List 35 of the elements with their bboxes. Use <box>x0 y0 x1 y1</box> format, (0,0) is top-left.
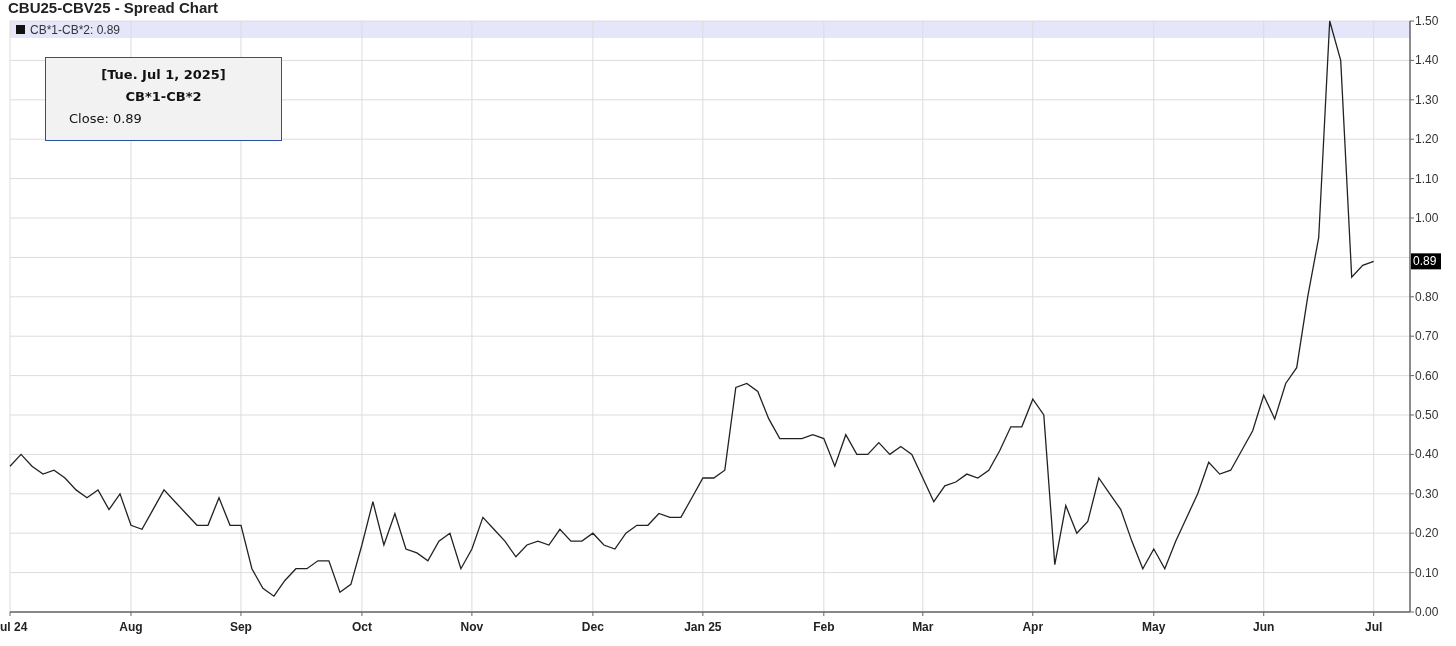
x-axis-label: Oct <box>351 620 372 634</box>
x-axis-label: ul 24 <box>0 620 28 634</box>
x-axis-label: Sep <box>229 620 252 634</box>
tooltip-series: CB*1-CB*2 <box>125 89 202 104</box>
legend-marker-icon <box>16 25 25 34</box>
y-axis-label: 1.20 <box>1415 132 1439 147</box>
x-axis-label: Apr <box>1022 620 1044 634</box>
x-axis-label: Jan 25 <box>684 620 722 634</box>
chart-title: CBU25-CBV25 - Spread Chart <box>7 0 220 16</box>
tooltip-close: Close: 0.89 <box>69 111 142 126</box>
y-axis-label: 0.40 <box>1415 447 1439 462</box>
tooltip-date: [Tue. Jul 1, 2025] <box>101 67 226 82</box>
x-axis-label: Nov <box>460 620 484 634</box>
y-axis-label: 0.20 <box>1415 526 1439 541</box>
y-axis-label: 0.60 <box>1415 368 1439 383</box>
x-axis-label: Jun <box>1253 620 1275 634</box>
y-axis-label: 0.50 <box>1415 408 1439 422</box>
y-axis-label: 1.30 <box>1415 92 1439 107</box>
last-value-badge: 0.89 <box>1411 253 1441 270</box>
y-axis-label: 1.00 <box>1415 211 1439 225</box>
y-axis-label: 1.50 <box>1415 16 1439 28</box>
x-axis-label: Dec <box>581 620 604 634</box>
y-axis-label: 1.40 <box>1415 53 1439 68</box>
x-axis-label: Mar <box>912 620 934 634</box>
x-axis-label: Aug <box>119 620 143 634</box>
x-axis-label: May <box>1142 620 1166 634</box>
y-axis-label: 0.30 <box>1415 486 1439 501</box>
y-axis-label: 0.10 <box>1415 565 1439 580</box>
x-axis-label: Feb <box>813 620 835 634</box>
legend-label: CB*1-CB*2: 0.89 <box>30 21 121 39</box>
y-axis-label: 1.10 <box>1415 171 1439 186</box>
y-axis-label: 0.00 <box>1415 605 1439 619</box>
y-axis-label: 0.70 <box>1415 329 1439 344</box>
y-axis-label: 0.80 <box>1415 289 1439 304</box>
x-axis-label: Jul <box>1365 620 1383 634</box>
